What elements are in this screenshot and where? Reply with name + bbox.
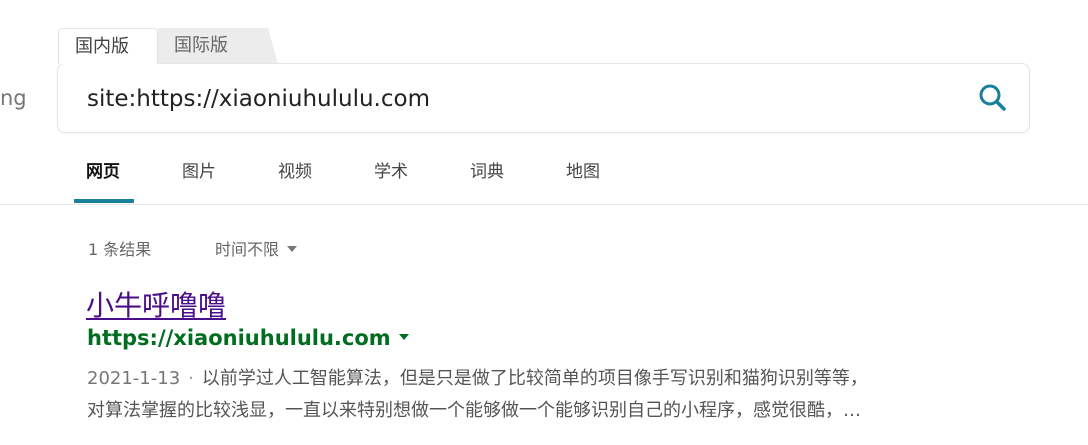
nav-maps[interactable]: 地图	[566, 150, 600, 194]
date-separator: ·	[188, 368, 194, 389]
snippet-line-1: 2021-1-13 · 以前学过人工智能算法，但是只是做了比较简单的项目像手写识别和…	[87, 363, 1007, 395]
result-url: https://xiaoniuhululu.com	[87, 326, 409, 350]
nav-web[interactable]: 网页	[86, 150, 120, 194]
header-divider	[0, 204, 1088, 205]
active-tab-indicator	[74, 199, 134, 203]
url-options-chevron-icon[interactable]	[398, 334, 409, 340]
time-filter-label: 时间不限	[215, 240, 280, 259]
result-date: 2021-1-13	[87, 368, 181, 389]
search-box	[57, 63, 1030, 133]
tab-domestic[interactable]: 国内版	[58, 28, 158, 64]
tab-international[interactable]: 国际版	[158, 28, 278, 64]
time-filter-dropdown[interactable]: 时间不限	[215, 236, 298, 260]
nav-videos[interactable]: 视频	[278, 150, 312, 194]
result-title-link[interactable]: 小牛呼噜噜	[86, 284, 226, 324]
search-button[interactable]	[977, 82, 1011, 116]
nav-images[interactable]: 图片	[182, 150, 216, 194]
result-url-text[interactable]: https://xiaoniuhululu.com	[87, 326, 391, 350]
snippet-text-1: 以前学过人工智能算法，但是只是做了比较简单的项目像手写识别和猫狗识别等等，	[201, 368, 868, 389]
result-count: 1 条结果	[88, 240, 152, 259]
chevron-down-icon	[287, 245, 298, 252]
nav-academic[interactable]: 学术	[374, 150, 408, 194]
snippet-line-2: 对算法掌握的比较浅显，一直以来特别想做一个能够做一个能够识别自己的小程序，感觉很…	[87, 400, 861, 421]
search-icon	[979, 84, 1006, 111]
search-results-page: ng 国内版 国际版 网页 图片 视频 学术 词典 地图 1 条结果 时间不限 …	[0, 0, 1088, 445]
result-snippet: 2021-1-13 · 以前学过人工智能算法，但是只是做了比较简单的项目像手写识别和…	[87, 363, 1007, 427]
nav-dictionary[interactable]: 词典	[470, 150, 504, 194]
search-input[interactable]	[87, 80, 947, 118]
logo-fragment: ng	[0, 86, 27, 110]
